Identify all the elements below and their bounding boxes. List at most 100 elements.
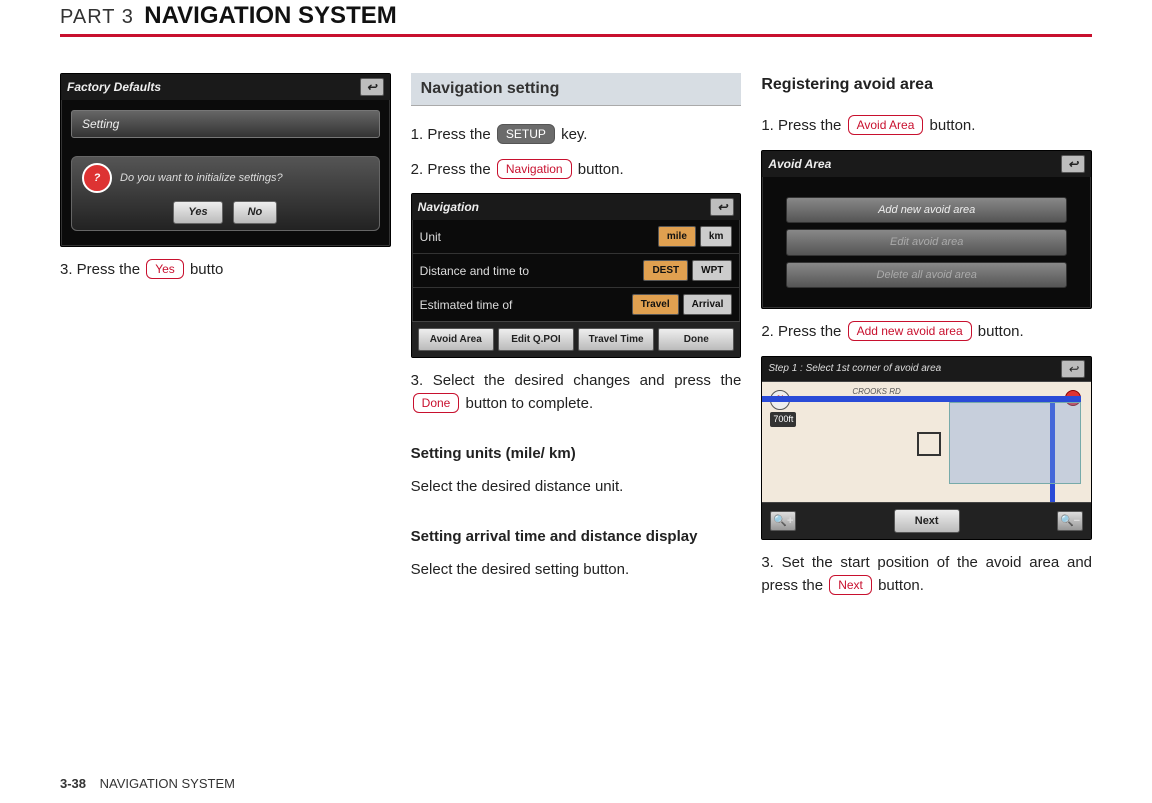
- row-label: Unit: [420, 228, 441, 246]
- dialog-no-button[interactable]: No: [233, 201, 278, 224]
- confirm-dialog: ? Do you want to initialize settings? Ye…: [71, 156, 380, 231]
- col3-step3: 3. Set the start position of the avoid a…: [761, 552, 1092, 597]
- zoom-out-button[interactable]: 🔍−: [1057, 511, 1083, 531]
- subhead-units: Setting units (mile/ km): [411, 443, 742, 466]
- setting-bar[interactable]: Setting: [71, 110, 380, 138]
- list-add-new[interactable]: Add new avoid area: [786, 197, 1067, 224]
- back-icon[interactable]: ↩: [360, 78, 384, 96]
- dist-toggle[interactable]: DEST WPT: [643, 260, 732, 281]
- text: button.: [574, 161, 624, 178]
- text: button.: [874, 577, 924, 594]
- column-1: Factory Defaults ↩ Setting ? Do you want…: [60, 73, 391, 609]
- footer-section: NAVIGATION SYSTEM: [100, 776, 235, 791]
- screenshot-titlebar: Navigation ↩: [412, 194, 741, 220]
- dist-wpt[interactable]: WPT: [692, 260, 732, 281]
- done-pill: Done: [413, 393, 460, 413]
- avoid-area-pill: Avoid Area: [848, 115, 924, 135]
- page: PART 3 NAVIGATION SYSTEM Factory Default…: [0, 0, 1152, 803]
- navigation-pill: Navigation: [497, 159, 572, 179]
- back-icon[interactable]: ↩: [1061, 360, 1085, 378]
- next-pill: Next: [829, 575, 872, 595]
- col3-step2: 2. Press the Add new avoid area button.: [761, 321, 1092, 344]
- screenshot-navigation: Navigation ↩ Unit mile km Distance and t…: [411, 193, 742, 358]
- eta-arrival[interactable]: Arrival: [683, 294, 733, 315]
- screenshot-avoid-area: Avoid Area ↩ Add new avoid area Edit avo…: [761, 150, 1092, 310]
- page-footer: 3-38 NAVIGATION SYSTEM: [60, 776, 235, 791]
- col3-step1: 1. Press the Avoid Area button.: [761, 115, 1092, 138]
- bottom-bar: Avoid Area Edit Q.POI Travel Time Done: [412, 321, 741, 357]
- yes-pill: Yes: [146, 259, 184, 279]
- list-edit[interactable]: Edit avoid area: [786, 229, 1067, 256]
- col2-step3: 3. Select the desired changes and press …: [411, 370, 742, 415]
- avoid-area-list: Add new avoid area Edit avoid area Delet…: [762, 177, 1091, 309]
- dist-dest[interactable]: DEST: [643, 260, 688, 281]
- dialog-yes-button[interactable]: Yes: [173, 201, 222, 224]
- bb-avoid-area[interactable]: Avoid Area: [418, 328, 494, 351]
- page-number: 3-38: [60, 776, 86, 791]
- screenshot-titlebar: Avoid Area ↩: [762, 151, 1091, 177]
- zoom-in-button[interactable]: 🔍+: [770, 511, 796, 531]
- row-label: Estimated time of: [420, 296, 513, 314]
- part-title: NAVIGATION SYSTEM: [144, 2, 396, 29]
- text: button.: [925, 117, 975, 134]
- screenshot-title: Navigation: [418, 198, 479, 216]
- road-label: CROOKS RD: [852, 386, 900, 398]
- map-bottom-bar: 🔍+ Next 🔍−: [762, 502, 1091, 540]
- screenshot-title: Factory Defaults: [67, 78, 161, 96]
- text: 1. Press the: [761, 117, 845, 134]
- screenshot-titlebar: Factory Defaults ↩: [61, 74, 390, 100]
- eta-travel[interactable]: Travel: [632, 294, 679, 315]
- unit-mile[interactable]: mile: [658, 226, 696, 247]
- text: butto: [186, 261, 224, 278]
- subhead-arrival: Setting arrival time and distance displa…: [411, 526, 742, 549]
- screenshot-map-step1: Step 1 : Select 1st corner of avoid area…: [761, 356, 1092, 541]
- back-icon[interactable]: ↩: [710, 198, 734, 216]
- eta-toggle[interactable]: Travel Arrival: [632, 294, 733, 315]
- subbody-units: Select the desired distance unit.: [411, 476, 742, 499]
- page-header: PART 3 NAVIGATION SYSTEM: [60, 0, 1092, 37]
- zoom-label: 700ft: [770, 412, 796, 428]
- question-icon: ?: [82, 163, 112, 193]
- next-button[interactable]: Next: [894, 509, 960, 534]
- bb-edit-qpoi[interactable]: Edit Q.POI: [498, 328, 574, 351]
- column-2: Navigation setting 1. Press the SETUP ke…: [411, 73, 742, 609]
- text: 2. Press the: [761, 323, 845, 340]
- row-eta: Estimated time of Travel Arrival: [412, 287, 741, 321]
- part-label: PART 3: [60, 6, 134, 28]
- text: 1. Press the: [411, 126, 495, 143]
- screenshot-title: Avoid Area: [768, 155, 831, 173]
- settings-rows: Unit mile km Distance and time to DEST W…: [412, 220, 741, 321]
- unit-toggle[interactable]: mile km: [658, 226, 732, 247]
- text: 3. Press the: [60, 261, 144, 278]
- screenshot-factory-defaults: Factory Defaults ↩ Setting ? Do you want…: [60, 73, 391, 247]
- screenshot-titlebar: Step 1 : Select 1st corner of avoid area…: [762, 357, 1091, 381]
- text: key.: [557, 126, 588, 143]
- section-heading-avoid-area: Registering avoid area: [761, 73, 1092, 97]
- row-unit: Unit mile km: [412, 220, 741, 253]
- text: button.: [974, 323, 1024, 340]
- row-label: Distance and time to: [420, 262, 529, 280]
- screenshot-body: Setting ? Do you want to initialize sett…: [61, 100, 390, 241]
- text: 2. Press the: [411, 161, 495, 178]
- section-heading-navigation-setting: Navigation setting: [411, 73, 742, 106]
- setup-pill: SETUP: [497, 124, 555, 144]
- map-area[interactable]: N 700ft CROOKS RD: [762, 381, 1091, 502]
- text: 3. Set the start position of the avoid a…: [761, 554, 1092, 594]
- bb-travel-time[interactable]: Travel Time: [578, 328, 654, 351]
- text: button to complete.: [461, 395, 593, 412]
- text: 3. Select the desired changes and press …: [411, 372, 742, 389]
- avoid-area-overlay: [949, 402, 1081, 484]
- col1-step3: 3. Press the Yes butto: [60, 259, 391, 282]
- subbody-arrival: Select the desired setting button.: [411, 559, 742, 582]
- add-new-avoid-pill: Add new avoid area: [848, 321, 972, 341]
- dialog-text: Do you want to initialize settings?: [120, 170, 283, 187]
- row-distance: Distance and time to DEST WPT: [412, 253, 741, 287]
- back-icon[interactable]: ↩: [1061, 155, 1085, 173]
- column-3: Registering avoid area 1. Press the Avoi…: [761, 73, 1092, 609]
- bb-done[interactable]: Done: [658, 328, 734, 351]
- unit-km[interactable]: km: [700, 226, 732, 247]
- screenshot-title: Step 1 : Select 1st corner of avoid area: [768, 361, 941, 376]
- list-delete-all[interactable]: Delete all avoid area: [786, 262, 1067, 289]
- col2-step2: 2. Press the Navigation button.: [411, 159, 742, 182]
- columns: Factory Defaults ↩ Setting ? Do you want…: [60, 73, 1092, 609]
